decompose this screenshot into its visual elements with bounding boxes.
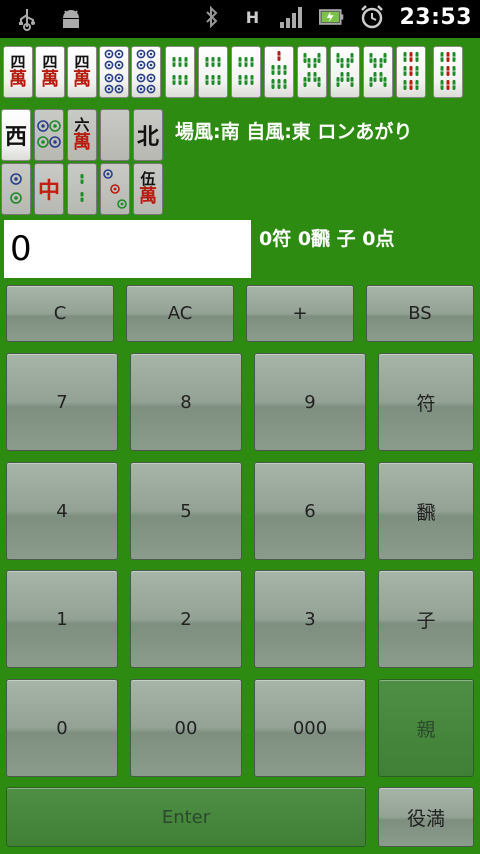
selector-pin-tile[interactable] (100, 163, 130, 215)
hand-sou-tile[interactable] (264, 46, 294, 98)
bamboo-icon (303, 53, 321, 87)
oya-button[interactable]: 親 (378, 679, 474, 777)
bamboo-icon (369, 53, 387, 87)
hspa-icon: H (239, 4, 265, 30)
bamboo-icon (205, 57, 221, 85)
tile-man-glyph: 萬 (9, 69, 27, 90)
tile-number-glyph: 六 (74, 116, 90, 134)
backspace-button[interactable]: BS (366, 285, 474, 342)
tile-number-glyph: 四 (42, 53, 58, 71)
digit-4-button[interactable]: 4 (6, 462, 118, 560)
digit-8-button[interactable]: 8 (130, 353, 242, 451)
bamboo-icon (271, 51, 287, 89)
tile-number-glyph: 四 (10, 53, 26, 71)
clear-button[interactable]: C (6, 285, 114, 342)
selector-sou-tile[interactable] (67, 163, 97, 215)
bluetooth-icon (199, 4, 225, 30)
battery-icon (319, 4, 345, 30)
circle-dots-icon (104, 49, 124, 94)
tile-number-glyph: 四 (74, 53, 90, 71)
android-debug-icon (58, 6, 84, 32)
selector-pin-tile[interactable] (1, 163, 31, 215)
plus-button[interactable]: + (246, 285, 354, 342)
h-badge: H (245, 7, 260, 27)
digit-3-button[interactable]: 3 (254, 570, 366, 668)
tile-man-glyph: 萬 (73, 69, 91, 90)
tile-honor-glyph: 北 (136, 124, 159, 150)
digit-1-button[interactable]: 1 (6, 570, 118, 668)
circle-dots-icon (37, 120, 61, 148)
bamboo-icon (336, 53, 354, 87)
input-display: 0 (4, 220, 251, 278)
bamboo-icon (440, 52, 456, 90)
double-zero-button[interactable]: 00 (130, 679, 242, 777)
hand-sou-tile[interactable] (231, 46, 261, 98)
selector-honor-tile[interactable]: 西 (1, 109, 31, 161)
score-summary-text: 0符 0飜 子 0点 (259, 228, 395, 250)
circle-dots-icon (10, 173, 22, 204)
all-clear-button[interactable]: AC (126, 285, 234, 342)
ko-button[interactable]: 子 (378, 570, 474, 668)
status-bar: H 23:53 (0, 0, 480, 38)
enter-button[interactable]: Enter (6, 787, 366, 847)
bamboo-icon (238, 57, 254, 85)
hand-sou-tile[interactable] (165, 46, 195, 98)
hand-sou-tile[interactable] (330, 46, 360, 98)
hand-sou-tile[interactable] (363, 46, 393, 98)
digit-6-button[interactable]: 6 (254, 462, 366, 560)
selector-man-tile[interactable]: 六萬 (67, 109, 97, 161)
digit-9-button[interactable]: 9 (254, 353, 366, 451)
circle-dots-icon (103, 169, 127, 209)
digit-0-button[interactable]: 0 (6, 679, 118, 777)
hand-sou-tile[interactable] (297, 46, 327, 98)
hand-sou-tile[interactable] (198, 46, 228, 98)
hand-man-tile[interactable]: 四萬 (67, 46, 97, 98)
clock: 23:53 (399, 4, 472, 30)
tile-honor-glyph: 中 (37, 178, 60, 204)
hand-sou-tile[interactable] (433, 46, 463, 98)
signal-icon (279, 4, 305, 30)
han-button[interactable]: 飜 (378, 462, 474, 560)
hand-man-tile[interactable]: 四萬 (35, 46, 65, 98)
tile-man-glyph: 萬 (139, 186, 157, 207)
hand-sou-tile[interactable] (396, 46, 426, 98)
yakuman-button[interactable]: 役満 (378, 787, 474, 847)
hand-pin-tile[interactable] (99, 46, 129, 98)
digit-5-button[interactable]: 5 (130, 462, 242, 560)
tile-man-glyph: 萬 (73, 132, 91, 153)
fu-button[interactable]: 符 (378, 353, 474, 451)
selector-man-tile[interactable]: 伍萬 (133, 163, 163, 215)
bamboo-icon (403, 52, 419, 90)
digit-7-button[interactable]: 7 (6, 353, 118, 451)
triple-zero-button[interactable]: 000 (254, 679, 366, 777)
circle-dots-icon (136, 49, 156, 94)
selector-honor-tile[interactable]: 中 (34, 163, 64, 215)
tile-number-glyph: 伍 (140, 170, 156, 188)
tile-honor-glyph: 西 (4, 124, 27, 150)
tile-man-glyph: 萬 (41, 69, 59, 90)
selector-pin-tile[interactable] (34, 109, 64, 161)
hand-man-tile[interactable]: 四萬 (3, 46, 33, 98)
selector-honor-tile[interactable]: 北 (133, 109, 163, 161)
hand-pin-tile[interactable] (131, 46, 161, 98)
digit-2-button[interactable]: 2 (130, 570, 242, 668)
wind-status-text: 場風:南 自風:東 ロンあがり (175, 121, 413, 143)
bamboo-icon (80, 174, 84, 202)
bamboo-icon (172, 57, 188, 85)
usb-icon (14, 6, 40, 32)
alarm-icon (359, 4, 385, 30)
selector-blank-tile[interactable] (100, 109, 130, 161)
